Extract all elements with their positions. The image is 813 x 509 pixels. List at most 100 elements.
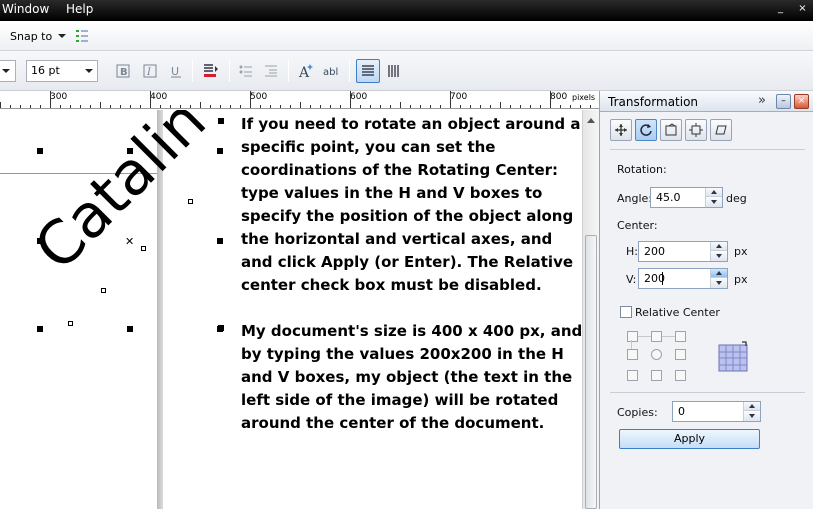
rotate-tab-icon[interactable]	[635, 119, 657, 141]
divider	[610, 392, 805, 393]
font-size-value: 16 pt	[31, 64, 60, 77]
anchor-top-left[interactable]	[627, 331, 638, 342]
ruler-tick	[400, 102, 401, 108]
font-family-combo[interactable]	[0, 60, 16, 82]
ruler-tick	[250, 91, 251, 108]
copies-input[interactable]: 0	[672, 401, 761, 422]
paragraph-2[interactable]: My document's size is 400 x 400 px, and …	[241, 320, 582, 435]
window-close-icon[interactable]: ×	[797, 3, 808, 14]
docker-close-icon[interactable]: ×	[794, 94, 809, 109]
text-line: and click Apply (or Enter). The Relative	[241, 253, 574, 271]
font-size-combo[interactable]: 16 pt	[26, 60, 98, 82]
selection-handle[interactable]	[127, 326, 133, 332]
ruler-tick	[510, 105, 511, 108]
anchor-center[interactable]	[651, 349, 662, 360]
text-line: and V boxes, my object (the text in the	[241, 368, 573, 386]
text-effects-icon[interactable]: A	[296, 61, 316, 81]
ruler-tick	[560, 105, 561, 108]
skew-tab-icon[interactable]	[710, 119, 732, 141]
h-value: 200	[644, 245, 665, 258]
italic-icon[interactable]: I	[140, 61, 160, 81]
anchor-middle-right[interactable]	[675, 349, 686, 360]
node-handle[interactable]	[101, 288, 106, 293]
ruler-tick	[590, 105, 591, 108]
menu-window[interactable]: Window	[2, 2, 49, 16]
copies-label: Copies:	[617, 406, 658, 419]
snap-to-label[interactable]: Snap to	[10, 30, 52, 43]
snap-options-icon[interactable]	[72, 26, 92, 46]
rotation-section-label: Rotation:	[617, 163, 667, 176]
ruler-tick	[110, 105, 111, 108]
v-input[interactable]: 200	[638, 268, 728, 289]
center-section-label: Center:	[617, 219, 658, 232]
node-handle[interactable]	[141, 246, 146, 251]
horizontal-ruler: 300 400 500 600 700 800 pixels	[0, 91, 599, 109]
text-color-icon[interactable]	[201, 61, 221, 81]
apply-button[interactable]: Apply	[619, 429, 760, 449]
rotated-text-object[interactable]: Catalin	[21, 110, 219, 284]
ruler-tick	[410, 105, 411, 108]
h-unit: px	[734, 245, 748, 258]
ruler-tick	[210, 105, 211, 108]
anchor-bottom-left[interactable]	[627, 370, 638, 381]
ruler-tick	[380, 105, 381, 108]
window-minimize-icon[interactable]: _	[775, 3, 786, 14]
v-spinner[interactable]	[710, 269, 727, 288]
menu-help[interactable]: Help	[66, 2, 93, 16]
underline-icon[interactable]: U	[166, 61, 186, 81]
snap-dropdown-arrow-icon[interactable]	[52, 26, 72, 46]
bold-icon[interactable]: B	[113, 61, 133, 81]
relative-center-label[interactable]: Relative Center	[635, 306, 720, 319]
node-handle[interactable]	[188, 199, 193, 204]
paragraph-1[interactable]: If you need to rotate an object around a…	[241, 113, 582, 297]
ruler-tick	[270, 105, 271, 108]
ruler-tick	[390, 105, 391, 108]
indent-icon[interactable]	[261, 61, 281, 81]
ruler-tick	[80, 105, 81, 108]
angle-input[interactable]: 45.0	[650, 187, 723, 208]
ruler-tick	[150, 91, 151, 108]
rotation-center-icon[interactable]: ✕	[125, 236, 134, 247]
ruler-tick	[300, 102, 301, 108]
ruler-tick	[200, 102, 201, 108]
angle-unit: deg	[726, 192, 747, 205]
svg-text:I: I	[146, 67, 152, 78]
size-tab-icon[interactable]	[685, 119, 707, 141]
selection-handle[interactable]	[217, 148, 223, 154]
node-handle[interactable]	[68, 321, 73, 326]
bullet-list-icon[interactable]	[236, 61, 256, 81]
position-tab-icon[interactable]	[610, 119, 632, 141]
vertical-scrollbar[interactable]	[582, 110, 599, 509]
drawing-canvas[interactable]: ✕ Catalin If you need to rotate an objec…	[0, 110, 582, 509]
selection-handle[interactable]	[217, 238, 223, 244]
bullet	[218, 325, 224, 331]
horizontal-text-icon[interactable]	[356, 59, 380, 83]
copies-spinner[interactable]	[743, 402, 760, 421]
ruler-tick	[320, 105, 321, 108]
h-spinner[interactable]	[710, 242, 727, 261]
anchor-top-right[interactable]	[675, 331, 686, 342]
ruler-unit: pixels	[572, 93, 596, 102]
selection-handle[interactable]	[37, 326, 43, 332]
relative-center-checkbox[interactable]	[620, 306, 632, 318]
vertical-text-icon[interactable]	[384, 61, 404, 81]
ruler-label: 600	[350, 92, 368, 102]
h-input[interactable]: 200	[638, 241, 728, 262]
text-line: left side of the image) will be rotated	[241, 391, 559, 409]
selection-handle[interactable]	[37, 148, 43, 154]
scroll-thumb[interactable]	[585, 235, 597, 509]
docker-minimize-icon[interactable]: –	[776, 94, 791, 109]
ruler-tick	[310, 105, 311, 108]
scale-mirror-tab-icon[interactable]	[660, 119, 682, 141]
anchor-top-center[interactable]	[651, 331, 662, 342]
text-line: by typing the values 200x200 in the H	[241, 345, 564, 363]
text-spacing-icon[interactable]: abl	[322, 61, 342, 81]
ruler-tick	[70, 105, 71, 108]
angle-spinner[interactable]	[705, 188, 722, 207]
ruler-tick	[430, 105, 431, 108]
scroll-up-icon[interactable]	[587, 118, 595, 123]
anchor-bottom-center[interactable]	[651, 370, 662, 381]
anchor-middle-left[interactable]	[627, 349, 638, 360]
anchor-bottom-right[interactable]	[675, 370, 686, 381]
expand-icon[interactable]: »	[758, 93, 766, 108]
